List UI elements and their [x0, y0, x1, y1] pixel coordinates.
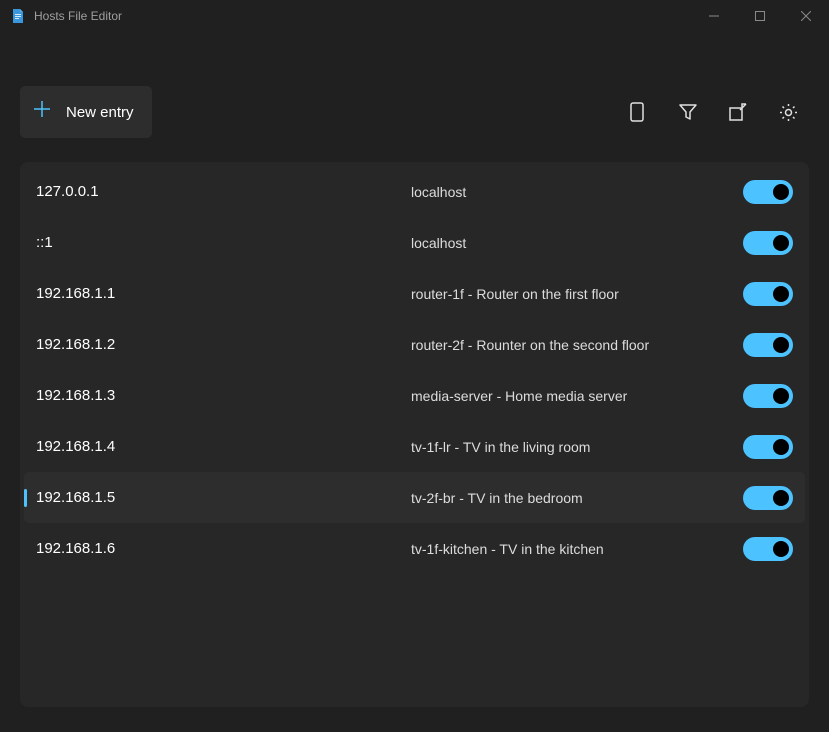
entry-toggle[interactable]: [743, 486, 793, 510]
host-entry-row[interactable]: 192.168.1.2router-2f - Rounter on the se…: [24, 319, 805, 370]
entry-toggle[interactable]: [743, 333, 793, 357]
entry-ip: 192.168.1.5: [36, 489, 411, 506]
entries-list: 127.0.0.1localhost::1localhost192.168.1.…: [20, 162, 809, 707]
entry-hostname: tv-2f-br - TV in the bedroom: [411, 490, 743, 506]
entry-hostname: media-server - Home media server: [411, 388, 743, 404]
entry-hostname: localhost: [411, 184, 743, 200]
toolbar: New entry: [0, 72, 829, 152]
maximize-button[interactable]: [737, 0, 783, 32]
additional-lines-button[interactable]: [627, 101, 649, 123]
minimize-button[interactable]: [691, 0, 737, 32]
new-entry-label: New entry: [66, 104, 134, 121]
host-entry-row[interactable]: 192.168.1.3media-server - Home media ser…: [24, 370, 805, 421]
entry-toggle[interactable]: [743, 537, 793, 561]
host-entry-row[interactable]: 127.0.0.1localhost: [24, 166, 805, 217]
app-icon: [10, 8, 26, 24]
entry-toggle[interactable]: [743, 384, 793, 408]
host-entry-row[interactable]: 192.168.1.6tv-1f-kitchen - TV in the kit…: [24, 523, 805, 574]
new-entry-button[interactable]: New entry: [20, 86, 152, 138]
entry-hostname: router-1f - Router on the first floor: [411, 286, 743, 302]
entry-toggle[interactable]: [743, 180, 793, 204]
entry-toggle[interactable]: [743, 231, 793, 255]
entry-ip: 127.0.0.1: [36, 183, 411, 200]
open-file-button[interactable]: [727, 101, 749, 123]
host-entry-row[interactable]: 192.168.1.1router-1f - Router on the fir…: [24, 268, 805, 319]
entry-hostname: router-2f - Rounter on the second floor: [411, 337, 743, 353]
entry-hostname: tv-1f-kitchen - TV in the kitchen: [411, 541, 743, 557]
titlebar-left: Hosts File Editor: [10, 8, 122, 24]
window-controls: [691, 0, 829, 32]
window-title: Hosts File Editor: [34, 9, 122, 23]
close-button[interactable]: [783, 0, 829, 32]
host-entry-row[interactable]: 192.168.1.4tv-1f-lr - TV in the living r…: [24, 421, 805, 472]
host-entry-row[interactable]: 192.168.1.5tv-2f-br - TV in the bedroom: [24, 472, 805, 523]
settings-button[interactable]: [777, 101, 799, 123]
entry-toggle[interactable]: [743, 435, 793, 459]
entry-ip: 192.168.1.6: [36, 540, 411, 557]
entry-toggle[interactable]: [743, 282, 793, 306]
entry-ip: 192.168.1.3: [36, 387, 411, 404]
host-entry-row[interactable]: ::1localhost: [24, 217, 805, 268]
entry-ip: ::1: [36, 234, 411, 251]
filter-button[interactable]: [677, 101, 699, 123]
entry-ip: 192.168.1.1: [36, 285, 411, 302]
titlebar: Hosts File Editor: [0, 0, 829, 32]
plus-icon: [32, 99, 52, 125]
entry-hostname: localhost: [411, 235, 743, 251]
entry-hostname: tv-1f-lr - TV in the living room: [411, 439, 743, 455]
toolbar-right: [627, 101, 799, 123]
entry-ip: 192.168.1.4: [36, 438, 411, 455]
entry-ip: 192.168.1.2: [36, 336, 411, 353]
